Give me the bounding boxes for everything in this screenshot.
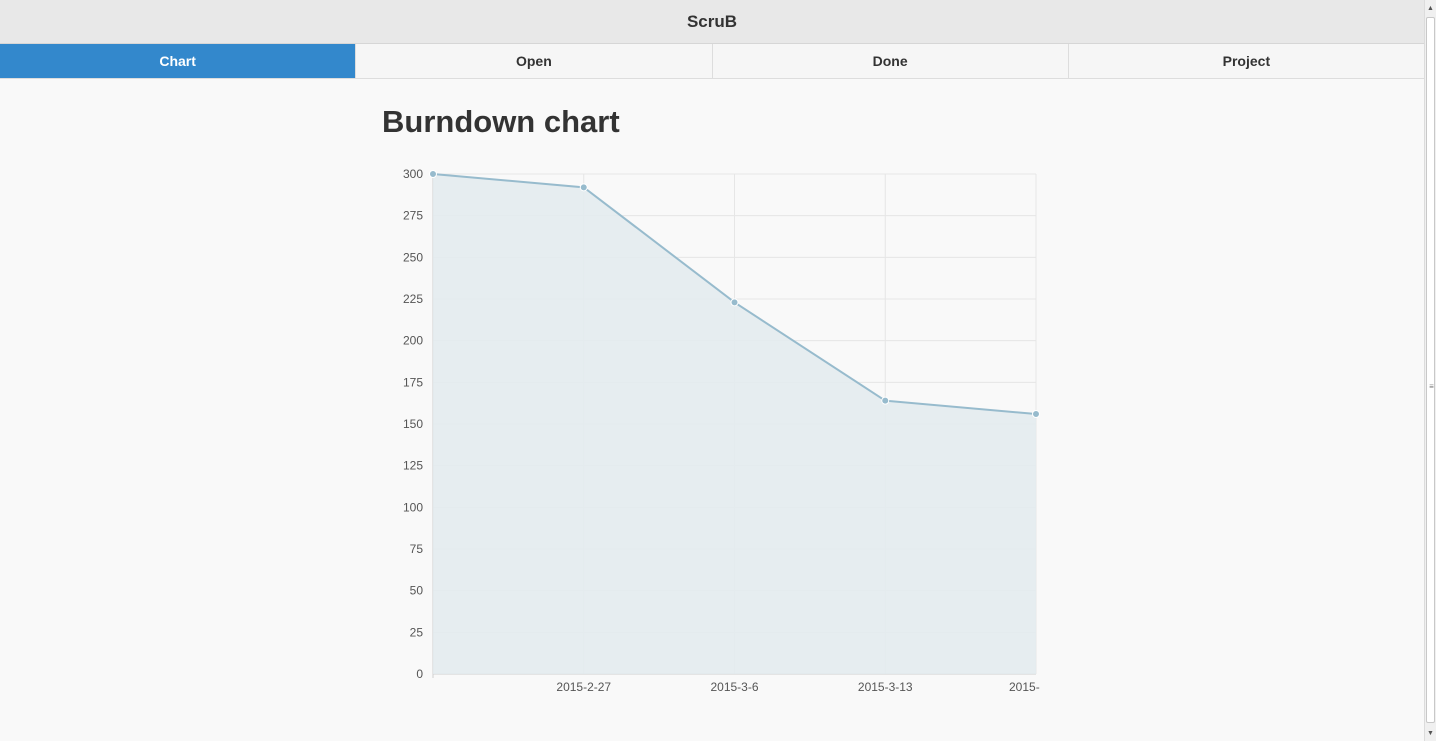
- y-tick-label: 125: [403, 459, 423, 473]
- tab-chart[interactable]: Chart: [0, 44, 356, 78]
- y-tick-label: 200: [403, 334, 423, 348]
- y-tick-label: 225: [403, 292, 423, 306]
- page-title: Burndown chart: [382, 104, 620, 139]
- y-tick-label: 250: [403, 250, 423, 264]
- scroll-down-icon[interactable]: ▼: [1425, 725, 1436, 741]
- vertical-scrollbar[interactable]: ▲ ≡ ▼: [1424, 0, 1436, 741]
- y-tick-label: 300: [403, 167, 423, 181]
- burndown-chart: 02550751001251501752002252502753002015-2…: [403, 167, 1040, 694]
- y-tick-label: 0: [416, 667, 423, 681]
- y-tick-label: 50: [410, 584, 424, 598]
- y-tick-label: 175: [403, 375, 423, 389]
- scroll-grip-icon: ≡: [1429, 382, 1434, 391]
- tab-project[interactable]: Project: [1067, 44, 1424, 78]
- x-tick-label: 2015-3-13: [858, 680, 913, 694]
- x-tick-label: 2015-2-27: [556, 680, 611, 694]
- data-point: [429, 170, 437, 178]
- tab-open[interactable]: Open: [355, 44, 711, 78]
- tab-bar: Chart Open Done Project: [0, 44, 1424, 79]
- data-point: [1032, 410, 1040, 418]
- y-tick-label: 25: [410, 625, 424, 639]
- y-tick-label: 275: [403, 209, 423, 223]
- app-page: ScruB Chart Open Done Project Burndown c…: [0, 0, 1436, 741]
- app-title: ScruB: [686, 11, 738, 31]
- y-tick-label: 100: [403, 500, 423, 514]
- scroll-up-icon[interactable]: ▲: [1425, 0, 1436, 16]
- main-content: Burndown chart: [382, 100, 1082, 144]
- scroll-thumb[interactable]: ≡: [1426, 17, 1435, 723]
- y-tick-label: 150: [403, 417, 423, 431]
- tab-done[interactable]: Done: [711, 44, 1068, 78]
- x-tick-label: 2015-: [1009, 680, 1040, 694]
- data-point: [579, 183, 588, 192]
- y-tick-label: 75: [410, 542, 424, 556]
- app-header: ScruB: [0, 0, 1424, 44]
- x-tick-label: 2015-3-6: [710, 680, 758, 694]
- data-point: [881, 396, 890, 405]
- data-point: [730, 298, 739, 307]
